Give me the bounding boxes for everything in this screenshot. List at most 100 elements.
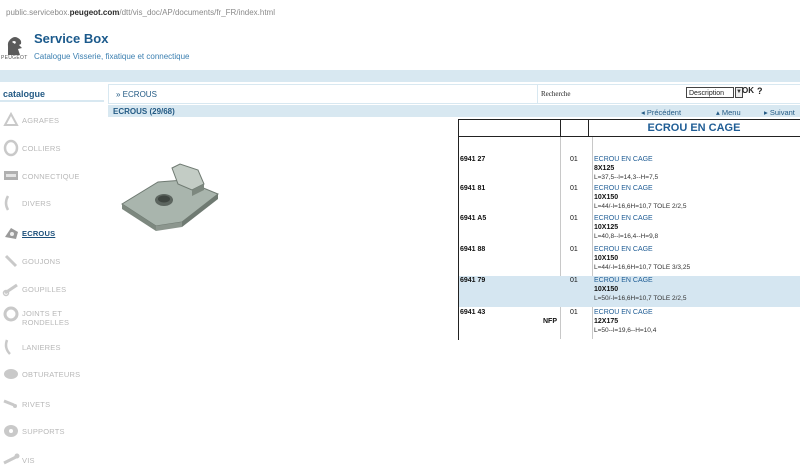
part-name[interactable]: ECROU EN CAGE bbox=[594, 156, 653, 163]
cage-nut-illustration bbox=[121, 163, 219, 231]
part-reference: 6941 27 bbox=[460, 156, 486, 163]
part-size: 8X125 bbox=[594, 165, 615, 172]
sidebar-item-label: CONNECTIQUE bbox=[22, 172, 80, 181]
sidebar-item-label: VIS bbox=[22, 456, 35, 465]
table-row[interactable]: 6941 A5 01 ECROU EN CAGE 10X125 L=40,8--… bbox=[459, 214, 800, 245]
bracket-icon bbox=[4, 425, 18, 437]
url-path: /dtt/vis_doc/AP/documents/fr_FR/index.ht… bbox=[119, 8, 275, 17]
sidebar-item-label: COLLIERS bbox=[22, 144, 61, 153]
sidebar-divider bbox=[0, 100, 104, 102]
search-label: Recherche bbox=[541, 90, 571, 98]
nfp-flag: NFP bbox=[543, 318, 557, 325]
section-title: ECROUS (29/68) bbox=[113, 107, 175, 116]
part-reference: 6941 A5 bbox=[460, 215, 487, 222]
strap-icon bbox=[4, 339, 11, 355]
table-row[interactable]: 6941 88 01 ECROU EN CAGE 10X150 L=44/-l=… bbox=[459, 245, 800, 276]
sidebar-item-obturateurs[interactable]: OBTURATEURS bbox=[0, 365, 104, 387]
part-name[interactable]: ECROU EN CAGE bbox=[594, 185, 653, 192]
part-name[interactable]: ECROU EN CAGE bbox=[594, 215, 653, 222]
sidebar-item-label: LANIERES bbox=[22, 343, 61, 352]
part-reference: 6941 79 bbox=[460, 277, 486, 284]
sidebar-item-divers[interactable]: DIVERS bbox=[0, 194, 104, 216]
part-reference: 6941 81 bbox=[460, 185, 486, 192]
logo-wordmark: PEUGEOT bbox=[1, 55, 28, 61]
table-row[interactable]: 6941 27 01 ECROU EN CAGE 8X125 L=37,5--l… bbox=[459, 155, 800, 186]
sidebar-item-goupilles[interactable]: GOUPILLES bbox=[0, 280, 104, 302]
part-quantity: 01 bbox=[570, 185, 578, 192]
stud-icon bbox=[4, 254, 18, 268]
sidebar-item-goujons[interactable]: GOUJONS bbox=[0, 252, 104, 274]
breadcrumb[interactable]: » ECROUS bbox=[116, 90, 157, 99]
previous-link[interactable]: ◂ Précédent bbox=[641, 108, 681, 117]
table-row[interactable]: 6941 43 NFP 01 ECROU EN CAGE 12X175 L=50… bbox=[459, 308, 800, 339]
sidebar-item-colliers[interactable]: COLLIERS bbox=[0, 139, 104, 161]
washer-icon bbox=[3, 306, 19, 322]
table-row[interactable]: 6941 81 01 ECROU EN CAGE 10X150 L=44/-l=… bbox=[459, 184, 800, 215]
address-bar-url[interactable]: public.servicebox.peugeot.com/dtt/vis_do… bbox=[6, 8, 275, 17]
nut-icon bbox=[5, 228, 18, 239]
table-row-selected[interactable]: 6941 79 01 ECROU EN CAGE 10X150 L=50/-l=… bbox=[459, 276, 800, 307]
collar-icon bbox=[3, 139, 19, 157]
sidebar-title: catalogue bbox=[3, 89, 46, 99]
part-dimensions: L=44/-l=16,6H=10,7 TOLE 3/3,25 bbox=[594, 264, 691, 271]
search-input[interactable] bbox=[580, 87, 682, 98]
sidebar-item-joints-rondelles[interactable]: JOINTS ET RONDELLES bbox=[0, 305, 104, 331]
plug-icon bbox=[4, 369, 18, 379]
sidebar-item-lanieres[interactable]: LANIERES bbox=[0, 338, 104, 360]
part-size: 10X150 bbox=[594, 255, 619, 262]
part-size: 12X175 bbox=[594, 318, 619, 325]
part-size: 10X150 bbox=[594, 286, 619, 293]
part-size: 10X150 bbox=[594, 194, 619, 201]
connector-icon bbox=[4, 171, 18, 180]
url-domain: peugeot.com bbox=[69, 8, 120, 17]
header-gridline bbox=[560, 119, 561, 136]
sidebar-item-connectique[interactable]: CONNECTIQUE bbox=[0, 167, 104, 189]
table-header-divider bbox=[458, 136, 800, 137]
table-title: ECROU EN CAGE bbox=[647, 122, 741, 134]
part-quantity: 01 bbox=[570, 277, 578, 284]
screw-icon bbox=[3, 453, 20, 465]
part-quantity: 01 bbox=[570, 309, 578, 316]
sidebar-item-label: ECROUS bbox=[22, 229, 56, 238]
part-reference: 6941 43 bbox=[460, 309, 486, 316]
clip-icon bbox=[3, 111, 19, 126]
part-dimensions: L=40,8--l=16,4--H=9,8 bbox=[594, 233, 659, 240]
part-size: 10X125 bbox=[594, 224, 619, 231]
joints-label-line1: JOINTS ET bbox=[22, 309, 63, 318]
rivet-icon bbox=[3, 399, 17, 408]
sidebar-item-ecrous[interactable]: ECROUS bbox=[0, 224, 104, 246]
sidebar-item-label: GOUJONS bbox=[22, 257, 61, 266]
part-dimensions: L=37,5--l=14,3--H=7,5 bbox=[594, 174, 659, 181]
part-name[interactable]: ECROU EN CAGE bbox=[594, 246, 653, 253]
help-button[interactable]: ? bbox=[757, 86, 763, 96]
header-band bbox=[0, 70, 800, 82]
breadcrumb-bar bbox=[108, 84, 538, 104]
sidebar-item-vis[interactable]: VIS bbox=[0, 451, 104, 473]
sidebar-item-supports[interactable]: SUPPORTS bbox=[0, 422, 104, 444]
joints-label-line2: RONDELLES bbox=[22, 318, 70, 327]
part-quantity: 01 bbox=[570, 215, 578, 222]
part-name[interactable]: ECROU EN CAGE bbox=[594, 309, 653, 316]
sidebar-item-agrafes[interactable]: AGRAFES bbox=[0, 111, 104, 133]
sidebar-item-label: DIVERS bbox=[22, 199, 52, 208]
sidebar-item-rivets[interactable]: RIVETS bbox=[0, 395, 104, 417]
part-dimensions: L=44/-l=16,6H=10,7 TOLE 2/2,5 bbox=[594, 203, 687, 210]
sidebar-item-label: RIVETS bbox=[22, 400, 51, 409]
part-dimensions: L=50/-l=16,6H=10,7 TOLE 2/2,5 bbox=[594, 295, 687, 302]
menu-link[interactable]: ▴ Menu bbox=[716, 108, 741, 117]
misc-part-icon bbox=[4, 195, 10, 211]
sidebar-item-label: SUPPORTS bbox=[22, 427, 65, 436]
pin-icon bbox=[2, 283, 18, 297]
next-link[interactable]: ▸ Suivant bbox=[764, 108, 795, 117]
part-name[interactable]: ECROU EN CAGE bbox=[594, 277, 653, 284]
sidebar-item-label: OBTURATEURS bbox=[22, 370, 81, 379]
part-dimensions: L=50--l=19,6--H=10,4 bbox=[594, 327, 657, 334]
search-field-select[interactable]: Description bbox=[686, 87, 734, 98]
app-title: Service Box bbox=[34, 31, 109, 46]
sidebar-item-label: GOUPILLES bbox=[22, 285, 67, 294]
part-quantity: 01 bbox=[570, 156, 578, 163]
search-ok-button[interactable]: OK bbox=[742, 86, 754, 95]
app-subtitle: Catalogue Visserie, fixatique et connect… bbox=[34, 52, 190, 61]
sidebar-item-label: JOINTS ET RONDELLES bbox=[22, 309, 69, 327]
part-reference: 6941 88 bbox=[460, 246, 486, 253]
